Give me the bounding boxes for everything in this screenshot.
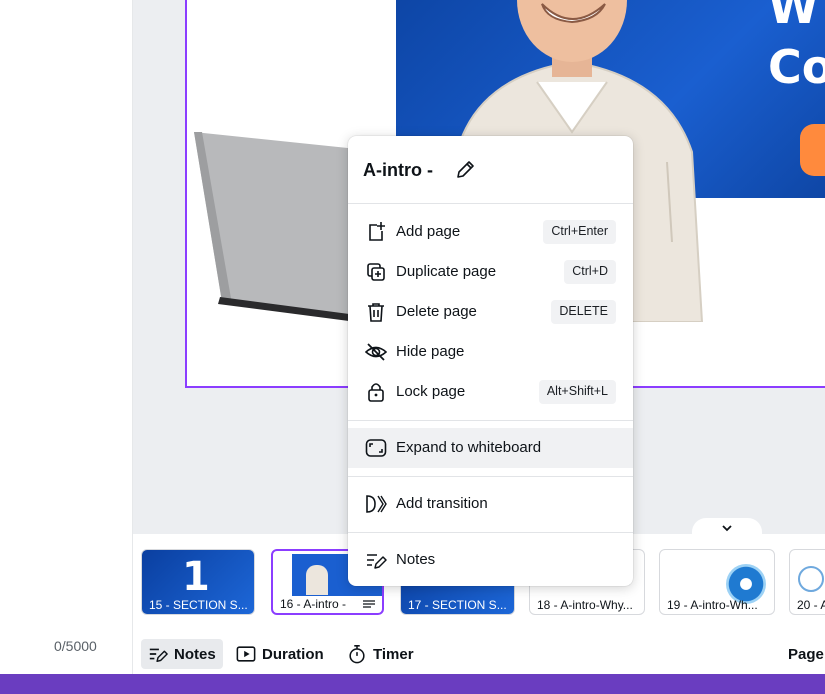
transition-icon [366, 495, 387, 513]
notes-icon [149, 648, 168, 662]
duration-button[interactable]: Duration [229, 639, 331, 669]
notes-button-label: Notes [174, 645, 216, 663]
keyboard-shortcut: Alt+Shift+L [538, 380, 616, 404]
play-icon [236, 646, 256, 662]
duplicate-icon [367, 263, 385, 281]
left-panel [0, 0, 133, 674]
collapse-thumbnails-button[interactable] [692, 518, 762, 536]
page-thumbnail-20[interactable]: 20 - A [789, 549, 825, 615]
keyboard-shortcut: Ctrl+Enter [543, 220, 616, 244]
thumbnail-caption: 15 - SECTION S... [149, 598, 248, 612]
add-page-menu-item[interactable]: Add page Ctrl+Enter [348, 212, 633, 252]
eye-off-icon [365, 343, 387, 361]
keyboard-shortcut: Ctrl+D [564, 260, 616, 284]
banner-heading-line-1: W [768, 0, 819, 34]
thumbnail-caption: 19 - A-intro-Wh... [667, 598, 758, 612]
page-count-label[interactable]: Page [788, 646, 824, 663]
notes-icon [367, 554, 387, 569]
lock-icon [368, 383, 384, 402]
menu-header: A-intro - [348, 136, 633, 204]
menu-item-label: Notes [396, 551, 436, 568]
bottom-purple-bar [0, 674, 825, 694]
notes-button[interactable]: Notes [141, 639, 223, 669]
menu-item-label: Delete page [396, 303, 477, 320]
menu-item-label: Duplicate page [396, 263, 497, 280]
menu-item-label: Add transition [396, 495, 488, 512]
whiteboard-icon [365, 439, 387, 457]
notes-menu-item[interactable]: Notes [348, 540, 633, 580]
add-page-icon [369, 222, 385, 241]
menu-item-label: Expand to whiteboard [396, 439, 542, 456]
page-context-menu: A-intro - Add page Ctrl+Enter Duplicate … [348, 136, 633, 586]
notes-character-count: 0/5000 [54, 638, 97, 654]
keyboard-shortcut: DELETE [551, 300, 616, 324]
banner-heading-line-2: Co [768, 40, 825, 94]
delete-page-menu-item[interactable]: Delete page DELETE [348, 292, 633, 332]
page-title: A-intro - [363, 160, 433, 180]
duplicate-page-menu-item[interactable]: Duplicate page Ctrl+D [348, 252, 633, 292]
thumbnail-caption: 18 - A-intro-Why... [537, 598, 633, 612]
notes-indicator-icon [363, 600, 375, 608]
thumbnail-caption: 17 - SECTION S... [408, 598, 507, 612]
pencil-icon[interactable] [454, 159, 476, 181]
page-thumbnail-19[interactable]: 19 - A-intro-Wh... [659, 549, 775, 615]
thumbnail-person [306, 565, 328, 595]
menu-divider [348, 476, 633, 477]
thumbnail-preview [798, 566, 824, 592]
thumbnail-big-number: 1 [182, 554, 210, 600]
duration-button-label: Duration [262, 645, 324, 663]
menu-item-label: Hide page [396, 343, 465, 360]
stopwatch-icon [349, 645, 365, 664]
add-transition-menu-item[interactable]: Add transition [348, 484, 633, 524]
hide-page-menu-item[interactable]: Hide page [348, 332, 633, 372]
page-thumbnail-15[interactable]: 1 15 - SECTION S... [141, 549, 255, 615]
editor-footer-bar: Notes Duration Timer Page [133, 628, 825, 674]
lock-page-menu-item[interactable]: Lock page Alt+Shift+L [348, 372, 633, 412]
menu-item-label: Add page [396, 223, 461, 240]
menu-divider [348, 532, 633, 533]
thumbnail-caption: 20 - A [797, 598, 825, 612]
timer-button[interactable]: Timer [340, 639, 421, 669]
banner-cta-button: Y [800, 124, 825, 176]
menu-divider [348, 420, 633, 421]
menu-item-label: Lock page [396, 383, 466, 400]
expand-to-whiteboard-menu-item[interactable]: Expand to whiteboard [348, 428, 633, 468]
timer-button-label: Timer [373, 645, 414, 663]
trash-icon [368, 303, 384, 322]
chevron-down-icon [722, 525, 732, 532]
